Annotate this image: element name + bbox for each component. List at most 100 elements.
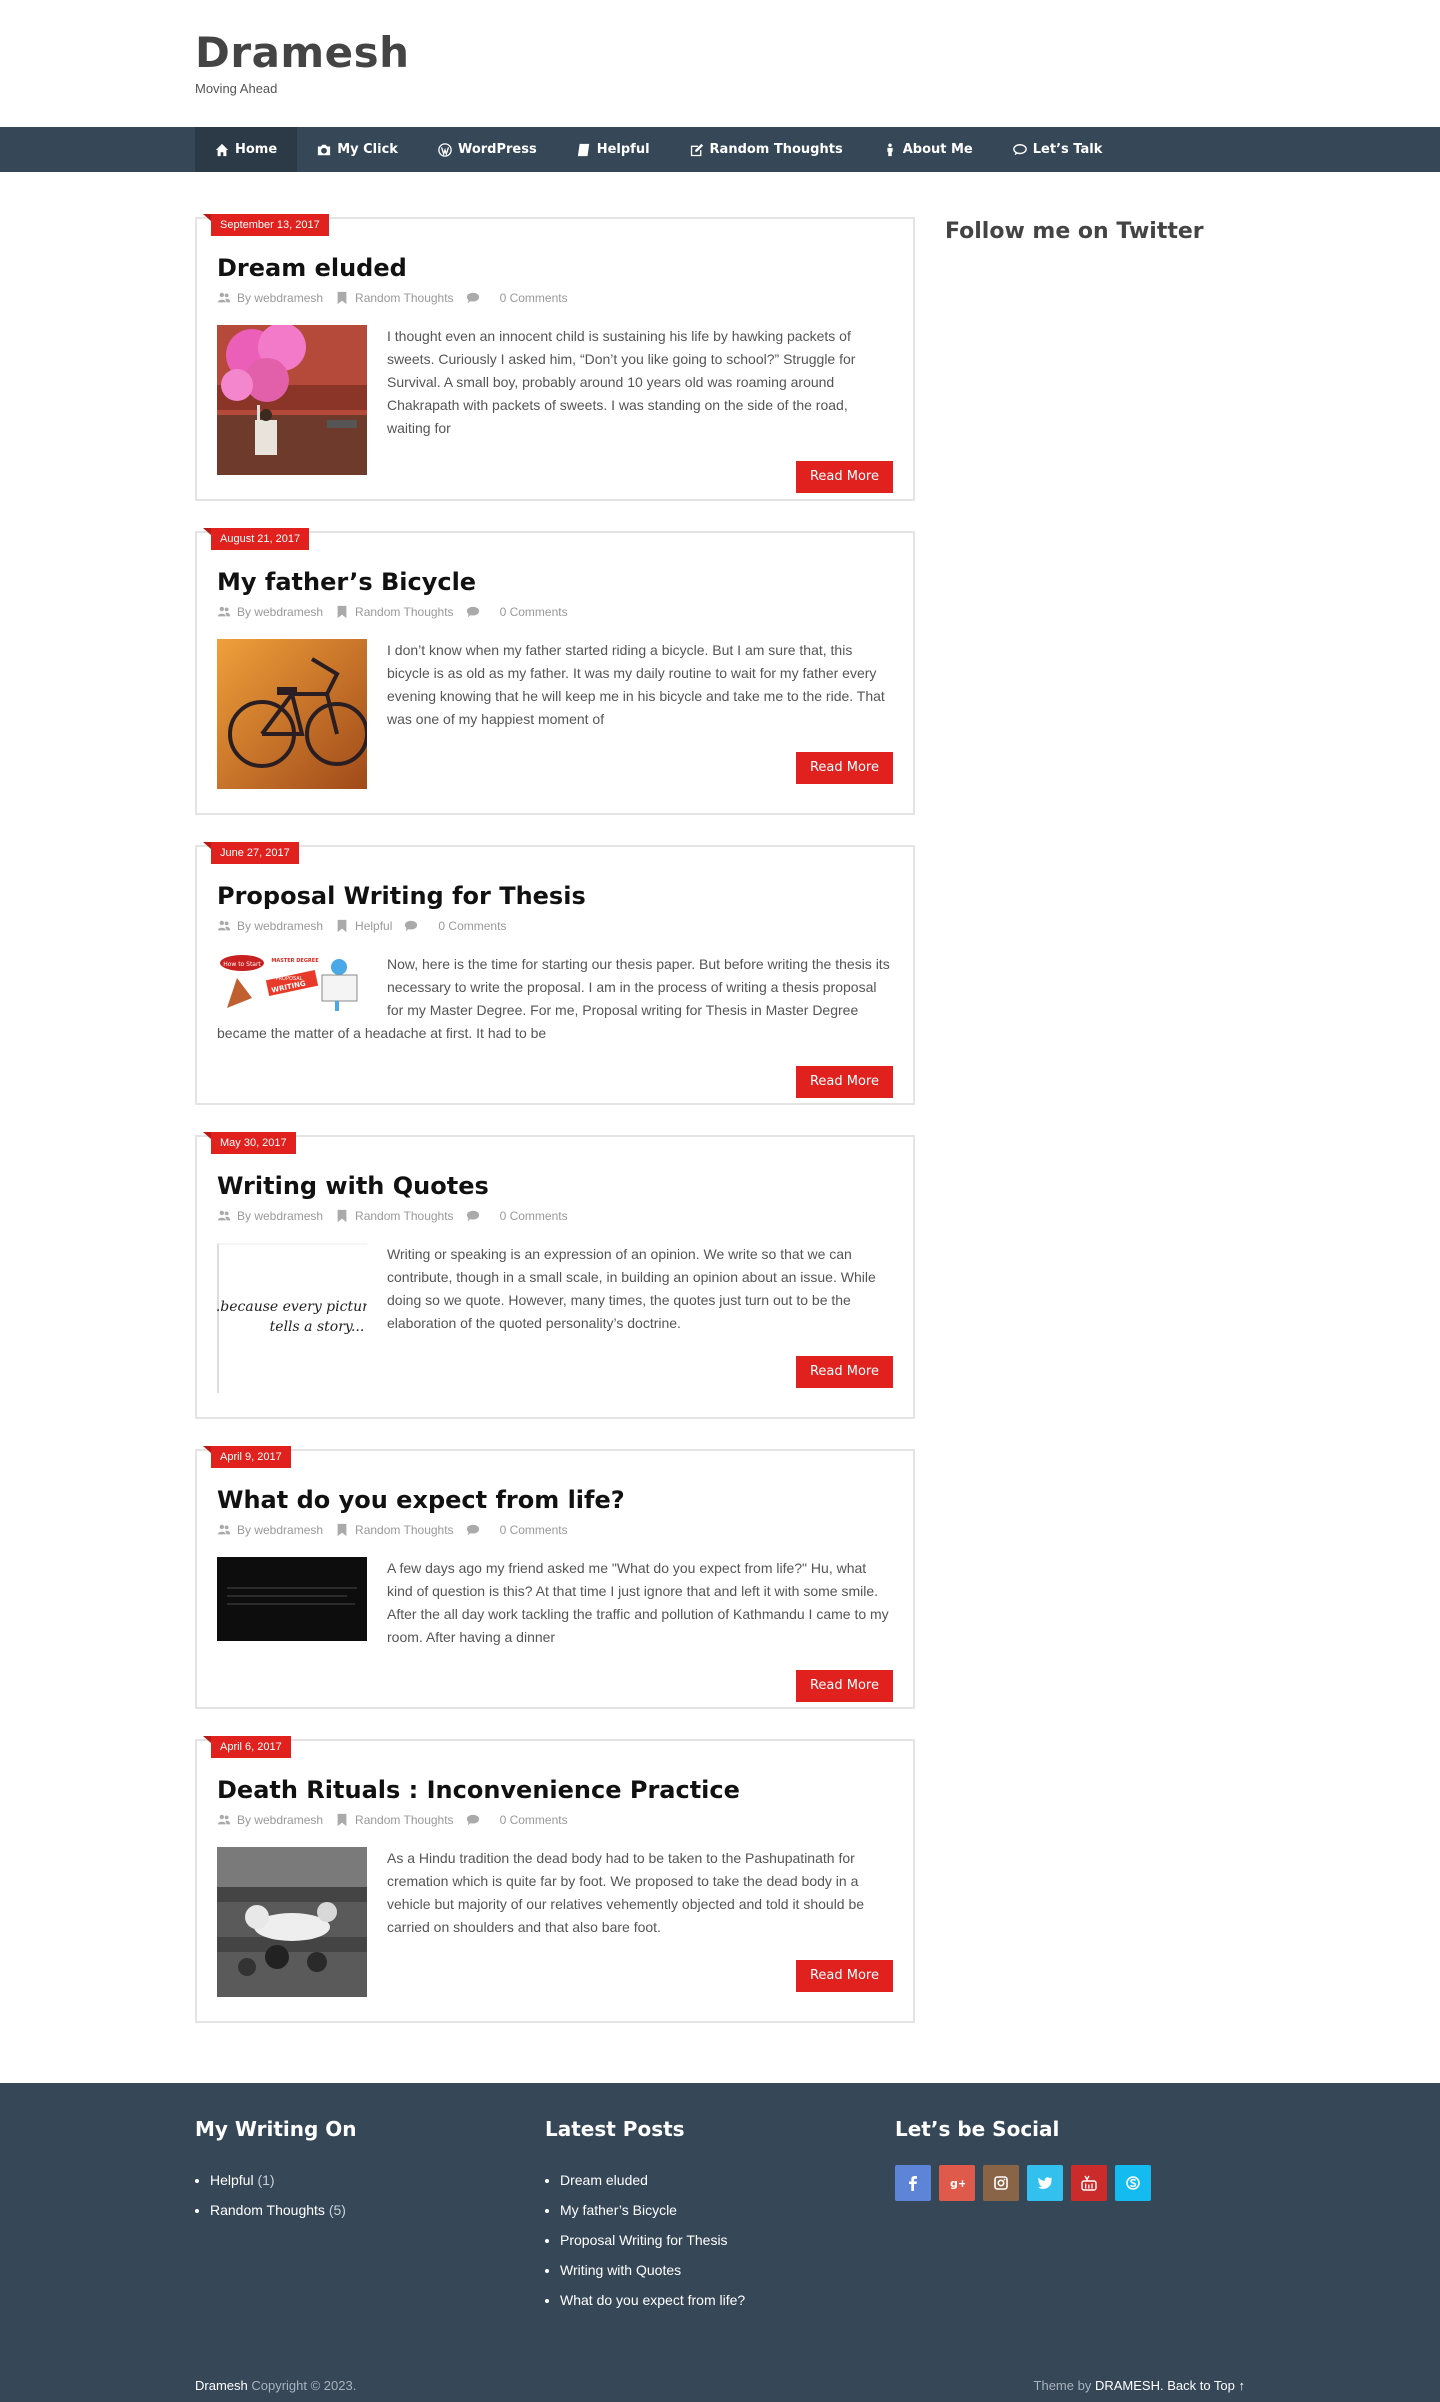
post-comments[interactable]: 0 Comments bbox=[500, 1813, 568, 1827]
theme-author-link[interactable]: DRAMESH bbox=[1095, 2378, 1160, 2393]
comment-icon bbox=[466, 1524, 479, 1536]
nav-label: My Click bbox=[337, 142, 398, 157]
site-title[interactable]: Dramesh bbox=[195, 28, 1440, 78]
post-category[interactable]: Random Thoughts bbox=[355, 1523, 454, 1537]
post-category[interactable]: Helpful bbox=[355, 919, 392, 933]
post-date[interactable]: September 13, 2017 bbox=[203, 214, 329, 236]
post-comments[interactable]: 0 Comments bbox=[500, 1209, 568, 1223]
post-author[interactable]: By webdramesh bbox=[237, 1813, 323, 1827]
instagram-button[interactable] bbox=[983, 2165, 1019, 2201]
read-more-button[interactable]: Read More bbox=[795, 1356, 893, 1388]
nav-item-random-thoughts[interactable]: Random Thoughts bbox=[670, 127, 863, 172]
twitter-widget-title: Follow me on Twitter bbox=[945, 219, 1204, 244]
nav-item-lets-talk[interactable]: Let’s Talk bbox=[993, 127, 1123, 172]
post-title[interactable]: Death Rituals : Inconvenience Practice bbox=[217, 1775, 893, 1805]
post-thumbnail[interactable] bbox=[217, 1847, 367, 1997]
post-title[interactable]: My father’s Bicycle bbox=[217, 567, 893, 597]
category-count: (5) bbox=[328, 2202, 346, 2218]
bookmark-icon bbox=[337, 1209, 347, 1223]
post-category[interactable]: Random Thoughts bbox=[355, 291, 454, 305]
edit-icon bbox=[690, 143, 703, 156]
post-thumbnail[interactable] bbox=[217, 1557, 367, 1641]
latest-post-link[interactable]: Proposal Writing for Thesis bbox=[560, 2225, 895, 2255]
post-title[interactable]: Proposal Writing for Thesis bbox=[217, 881, 893, 911]
nav-item-helpful[interactable]: Helpful bbox=[557, 127, 670, 172]
read-more-button[interactable]: Read More bbox=[795, 752, 893, 784]
post-comments[interactable]: 0 Comments bbox=[500, 605, 568, 619]
post-thumbnail[interactable] bbox=[217, 325, 367, 475]
post-comments[interactable]: 0 Comments bbox=[500, 1523, 568, 1537]
nav-item-about-me[interactable]: About Me bbox=[863, 127, 993, 172]
facebook-button[interactable] bbox=[895, 2165, 931, 2201]
post-category[interactable]: Random Thoughts bbox=[355, 605, 454, 619]
back-to-top-link[interactable]: . Back to Top ↑ bbox=[1160, 2378, 1245, 2393]
main-nav: Home My Click WordPress Helpful Random T… bbox=[0, 127, 1440, 172]
category-count: (1) bbox=[257, 2172, 275, 2188]
post-thumbnail[interactable]: How to Start MASTER DEGREE PROPOSAL WRIT… bbox=[217, 953, 367, 1013]
nav-item-home[interactable]: Home bbox=[195, 127, 298, 172]
bookmark-icon bbox=[337, 919, 347, 933]
post-author[interactable]: By webdramesh bbox=[237, 291, 323, 305]
post-author[interactable]: By webdramesh bbox=[237, 919, 323, 933]
post-thumbnail[interactable]: ...because every picture tells a story..… bbox=[217, 1243, 367, 1393]
post-date[interactable]: August 21, 2017 bbox=[202, 528, 310, 550]
post-author[interactable]: By webdramesh bbox=[237, 605, 323, 619]
bookmark-icon bbox=[337, 1813, 347, 1827]
post-author[interactable]: By webdramesh bbox=[237, 1209, 323, 1223]
theme-credit: Theme by DRAMESH. Back to Top ↑ bbox=[1033, 2378, 1245, 2393]
camera-icon bbox=[318, 144, 331, 155]
category-link[interactable]: Random Thoughts bbox=[210, 2202, 325, 2218]
post-comments[interactable]: 0 Comments bbox=[438, 919, 506, 933]
nav-label: WordPress bbox=[457, 142, 537, 157]
post-card: April 6, 2017 Death Rituals : Inconvenie… bbox=[195, 1736, 915, 2023]
post-date[interactable]: May 30, 2017 bbox=[203, 1132, 296, 1154]
twitter-button[interactable] bbox=[1027, 2165, 1063, 2201]
post-author[interactable]: By webdramesh bbox=[237, 1523, 323, 1537]
post-date[interactable]: April 6, 2017 bbox=[203, 1736, 291, 1758]
bookmark-icon bbox=[337, 291, 347, 305]
post-thumbnail[interactable] bbox=[217, 639, 367, 789]
latest-post-link[interactable]: What do you expect from life? bbox=[560, 2285, 895, 2315]
read-more-button[interactable]: Read More bbox=[795, 1066, 893, 1098]
latest-post-link[interactable]: My father’s Bicycle bbox=[560, 2195, 895, 2225]
comment-icon bbox=[466, 1210, 479, 1222]
post-title[interactable]: Writing with Quotes bbox=[217, 1171, 893, 1201]
post-category[interactable]: Random Thoughts bbox=[355, 1209, 454, 1223]
google-plus-button[interactable]: g+ bbox=[939, 2165, 975, 2201]
category-item: Helpful (1) bbox=[210, 2165, 545, 2195]
read-more-button[interactable]: Read More bbox=[795, 461, 893, 493]
social-links: g+ bbox=[895, 2165, 1245, 2201]
nav-item-wordpress[interactable]: WordPress bbox=[418, 127, 557, 172]
thumb-quote: ...because every picture bbox=[217, 1299, 367, 1315]
post-card: May 30, 2017 Writing with Quotes By webd… bbox=[195, 1132, 915, 1419]
thumb-label: How to Start bbox=[223, 961, 261, 968]
category-link[interactable]: Helpful bbox=[210, 2172, 254, 2188]
latest-post-link[interactable]: Dream eluded bbox=[560, 2165, 895, 2195]
post-date[interactable]: June 27, 2017 bbox=[203, 842, 299, 864]
users-icon bbox=[217, 1524, 231, 1535]
youtube-button[interactable] bbox=[1071, 2165, 1107, 2201]
post-comments[interactable]: 0 Comments bbox=[500, 291, 568, 305]
users-icon bbox=[217, 1814, 231, 1825]
post-list: September 13, 2017 Dream eluded By webdr… bbox=[195, 214, 915, 2053]
latest-post-link[interactable]: Writing with Quotes bbox=[560, 2255, 895, 2285]
post-meta: By webdramesh Random Thoughts 0 Comments bbox=[217, 605, 893, 619]
site-header: Dramesh Moving Ahead bbox=[0, 0, 1440, 127]
post-meta: By webdramesh Random Thoughts 0 Comments bbox=[217, 291, 893, 305]
skype-button[interactable] bbox=[1115, 2165, 1151, 2201]
nav-label: Home bbox=[235, 142, 278, 157]
thumb-label: MASTER DEGREE bbox=[271, 958, 319, 964]
post-title[interactable]: Dream eluded bbox=[217, 253, 893, 283]
post-category[interactable]: Random Thoughts bbox=[355, 1813, 454, 1827]
post-title[interactable]: What do you expect from life? bbox=[217, 1485, 893, 1515]
instagram-icon bbox=[994, 2176, 1008, 2190]
copyright-site-link[interactable]: Dramesh bbox=[195, 2378, 248, 2393]
post-meta: By webdramesh Random Thoughts 0 Comments bbox=[217, 1209, 893, 1223]
read-more-button[interactable]: Read More bbox=[795, 1670, 893, 1702]
post-date[interactable]: April 9, 2017 bbox=[203, 1446, 291, 1468]
read-more-button[interactable]: Read More bbox=[795, 1960, 893, 1992]
footer-bottom: Dramesh Copyright © 2023. Theme by DRAME… bbox=[195, 2378, 1245, 2393]
category-item: Random Thoughts (5) bbox=[210, 2195, 545, 2225]
footer-heading: Let’s be Social bbox=[895, 2117, 1060, 2141]
nav-item-my-click[interactable]: My Click bbox=[297, 127, 418, 172]
